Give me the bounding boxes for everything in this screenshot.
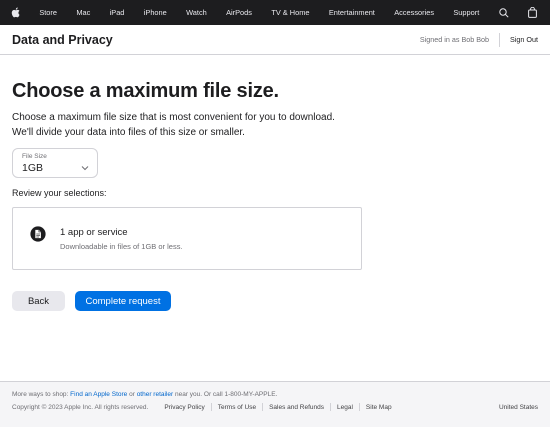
selection-title: 1 app or service (60, 227, 128, 238)
nav-tv-home[interactable]: TV & Home (271, 8, 309, 17)
nav-store[interactable]: Store (39, 8, 57, 17)
terms-of-use-link[interactable]: Terms of Use (212, 404, 262, 411)
global-nav: Store Mac iPad iPhone Watch AirPods TV &… (0, 0, 550, 25)
local-nav: Data and Privacy Signed in as Bob Bob Si… (0, 25, 550, 55)
search-icon[interactable] (498, 7, 509, 18)
nav-mac[interactable]: Mac (76, 8, 90, 17)
nav-accessories[interactable]: Accessories (394, 8, 434, 17)
file-size-select[interactable]: File Size 1GB (12, 148, 98, 178)
nav-entertainment[interactable]: Entertainment (329, 8, 375, 17)
account-area: Signed in as Bob Bob Sign Out (419, 32, 538, 47)
footer-shop-line: More ways to shop: Find an Apple Store o… (12, 391, 277, 398)
footer-or: or (127, 391, 137, 398)
nav-support[interactable]: Support (453, 8, 479, 17)
file-size-value: 1GB (22, 162, 44, 174)
country-selector[interactable]: United States (499, 404, 538, 411)
footer-shop-prefix: More ways to shop: (12, 391, 71, 398)
apple-logo-icon[interactable] (11, 7, 20, 18)
page-heading: Choose a maximum file size. (12, 80, 279, 102)
description: Choose a maximum file size that is most … (12, 110, 352, 140)
nav-airpods[interactable]: AirPods (226, 8, 252, 17)
description-line-1: Choose a maximum file size that is most … (12, 112, 335, 123)
page-section-title: Data and Privacy (12, 32, 113, 47)
nav-watch[interactable]: Watch (186, 8, 207, 17)
privacy-policy-link[interactable]: Privacy Policy (158, 404, 210, 411)
review-label: Review your selections: (12, 188, 107, 198)
footer-legal-line: Copyright © 2023 Apple Inc. All rights r… (12, 403, 538, 411)
selection-subtitle: Downloadable in files of 1GB or less. (60, 242, 183, 251)
document-icon (30, 226, 46, 247)
complete-request-button[interactable]: Complete request (75, 291, 171, 311)
nav-iphone[interactable]: iPhone (144, 8, 167, 17)
legal-link[interactable]: Legal (331, 404, 359, 411)
find-apple-store-link[interactable]: Find an Apple Store (70, 391, 127, 398)
file-size-label: File Size (22, 153, 47, 160)
chevron-down-icon (81, 159, 89, 177)
signed-in-text: Signed in as Bob Bob (419, 35, 490, 44)
selection-card: 1 app or service Downloadable in files o… (12, 207, 362, 270)
sign-out-link[interactable]: Sign Out (500, 35, 538, 44)
copyright: Copyright © 2023 Apple Inc. All rights r… (12, 403, 149, 411)
back-button[interactable]: Back (12, 291, 65, 311)
nav-ipad[interactable]: iPad (110, 8, 125, 17)
description-line-2: We'll divide your data into files of thi… (12, 127, 245, 138)
other-retailer-link[interactable]: other retailer (137, 391, 174, 398)
footer: More ways to shop: Find an Apple Store o… (0, 381, 550, 427)
footer-shop-suffix: near you. Or call 1-800-MY-APPLE. (173, 391, 278, 398)
legal-links: Privacy Policy Terms of Use Sales and Re… (158, 403, 397, 411)
site-map-link[interactable]: Site Map (360, 404, 398, 411)
main-content: Choose a maximum file size. Choose a max… (12, 80, 538, 311)
bag-icon[interactable] (528, 7, 537, 18)
sales-refunds-link[interactable]: Sales and Refunds (263, 404, 330, 411)
